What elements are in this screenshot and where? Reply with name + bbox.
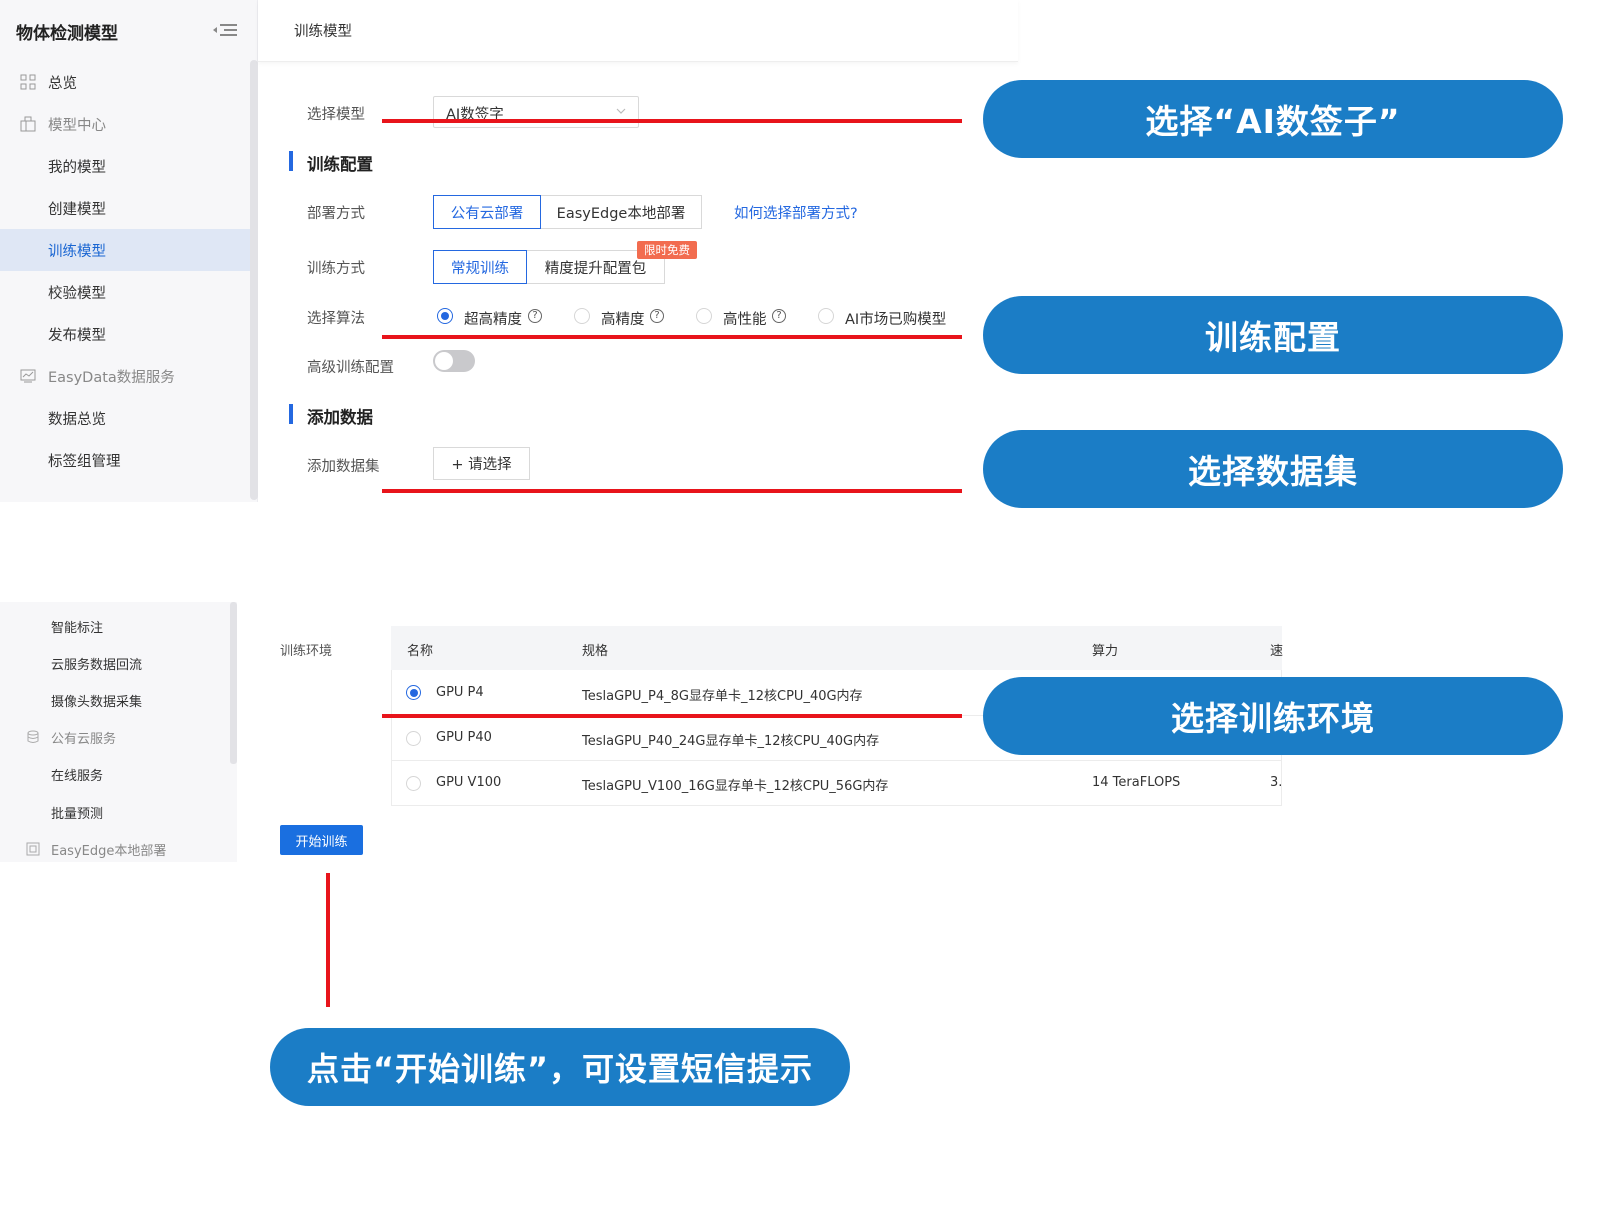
table-header bbox=[391, 626, 1282, 670]
column-header-name: 名称 bbox=[407, 644, 434, 659]
annotation-underline bbox=[382, 335, 962, 339]
algorithm-radio-high[interactable] bbox=[574, 308, 590, 324]
sidebar-group-model-center[interactable]: 模型中心 bbox=[0, 103, 250, 145]
sidebar-item-validate-model[interactable]: 校验模型 bbox=[0, 271, 250, 313]
deploy-help-link[interactable]: 如何选择部署方式? bbox=[734, 202, 858, 223]
sidebar-scrollbar[interactable] bbox=[230, 602, 237, 764]
table-cell-name: GPU V100 bbox=[436, 775, 502, 790]
algorithm-radio-ai-market[interactable] bbox=[818, 308, 834, 324]
algorithm-radio-performance[interactable] bbox=[696, 308, 712, 324]
section-title-add-data: 添加数据 bbox=[307, 408, 373, 427]
sidebar-title: 物体检测模型 bbox=[16, 24, 118, 44]
sidebar-item-camera-collect[interactable]: 摄像头数据采集 bbox=[51, 691, 142, 710]
sidebar-item-label: 创建模型 bbox=[48, 201, 106, 218]
model-center-icon bbox=[20, 116, 36, 132]
callout-select-env: 选择训练环境 bbox=[983, 677, 1563, 755]
monitor-chart-icon bbox=[20, 369, 36, 383]
start-training-button[interactable]: 开始训练 bbox=[280, 825, 363, 855]
help-icon[interactable]: ? bbox=[528, 309, 542, 323]
sidebar-item-label-groups[interactable]: 标签组管理 bbox=[0, 439, 250, 481]
train-env-label: 训练环境 bbox=[280, 644, 333, 659]
divider bbox=[391, 760, 1282, 761]
train-mode-regular[interactable]: 常规训练 bbox=[433, 250, 527, 284]
section-marker bbox=[289, 404, 293, 424]
deploy-option-easyedge[interactable]: EasyEdge本地部署 bbox=[540, 195, 702, 229]
add-dataset-button[interactable]: + 请选择 bbox=[433, 447, 530, 480]
table-cell-spec: TeslaGPU_P4_8G显存单卡_12核CPU_40G内存 bbox=[582, 689, 863, 704]
chevron-down-icon bbox=[616, 108, 626, 114]
sidebar-scrollbar[interactable] bbox=[250, 60, 258, 500]
table-cell-power: 14 TeraFLOPS bbox=[1092, 775, 1181, 790]
collapse-menu-icon[interactable] bbox=[212, 21, 238, 39]
train-mode-label: 训练方式 bbox=[307, 261, 365, 277]
sidebar-item-label: 总览 bbox=[48, 75, 77, 92]
callout-train-config: 训练配置 bbox=[983, 296, 1563, 374]
algorithm-label-high: 高精度 bbox=[601, 312, 645, 328]
sidebar-item-data-overview[interactable]: 数据总览 bbox=[0, 397, 250, 439]
sidebar-item-online-service[interactable]: 在线服务 bbox=[51, 765, 103, 784]
deploy-label: 部署方式 bbox=[307, 206, 365, 222]
column-header-speed: 速 bbox=[1270, 644, 1284, 659]
help-icon[interactable]: ? bbox=[772, 309, 786, 323]
sidebar-item-my-models[interactable]: 我的模型 bbox=[0, 145, 250, 187]
annotation-underline bbox=[382, 714, 962, 718]
deploy-option-public-cloud[interactable]: 公有云部署 bbox=[433, 195, 541, 229]
sidebar-item-label: EasyData数据服务 bbox=[48, 369, 175, 386]
sidebar-group-public-cloud[interactable]: 公有云服务 bbox=[51, 728, 116, 747]
table-cell-speed: 3. bbox=[1270, 775, 1283, 790]
toggle-knob bbox=[435, 352, 453, 370]
algorithm-label-ai-market: AI市场已购模型 bbox=[845, 312, 947, 328]
env-radio-gpu-p4[interactable] bbox=[406, 685, 421, 700]
database-icon bbox=[27, 730, 39, 743]
sidebar-item-overview[interactable]: 总览 bbox=[0, 61, 250, 103]
sidebar-item-label: 模型中心 bbox=[48, 117, 106, 134]
sidebar-item-label: 数据总览 bbox=[48, 411, 106, 428]
table-cell-name: GPU P4 bbox=[436, 685, 484, 700]
select-model-label: 选择模型 bbox=[307, 107, 365, 123]
sidebar-item-train-model[interactable]: 训练模型 bbox=[0, 229, 250, 271]
sidebar-item-publish-model[interactable]: 发布模型 bbox=[0, 313, 250, 355]
callout-select-dataset: 选择数据集 bbox=[983, 430, 1563, 508]
sidebar-item-label: 标签组管理 bbox=[48, 453, 121, 470]
sidebar-item-cloud-data-reflow[interactable]: 云服务数据回流 bbox=[51, 654, 142, 673]
sidebar-group-easyedge[interactable]: EasyEdge本地部署 bbox=[51, 840, 166, 859]
callout-start-training: 点击“开始训练”，可设置短信提示 bbox=[270, 1028, 850, 1106]
table-cell-name: GPU P40 bbox=[436, 730, 492, 745]
annotation-underline bbox=[382, 489, 962, 493]
sidebar-item-batch-predict[interactable]: 批量预测 bbox=[51, 803, 103, 822]
algorithm-label: 选择算法 bbox=[307, 311, 365, 327]
edge-device-icon bbox=[26, 842, 40, 856]
algorithm-label-ultra-high: 超高精度 bbox=[464, 312, 522, 328]
help-icon[interactable]: ? bbox=[650, 309, 664, 323]
column-header-spec: 规格 bbox=[582, 644, 609, 659]
page-title: 训练模型 bbox=[294, 24, 352, 40]
annotation-underline bbox=[382, 119, 962, 123]
sidebar-group-easydata[interactable]: EasyData数据服务 bbox=[0, 355, 250, 397]
sidebar-item-label: 我的模型 bbox=[48, 159, 106, 176]
grid-icon bbox=[20, 74, 36, 90]
env-radio-gpu-v100[interactable] bbox=[406, 776, 421, 791]
column-header-power: 算力 bbox=[1092, 644, 1119, 659]
table-cell-spec: TeslaGPU_P40_24G显存单卡_12核CPU_40G内存 bbox=[582, 734, 880, 749]
section-marker bbox=[289, 151, 293, 171]
add-dataset-label: 添加数据集 bbox=[307, 459, 380, 475]
table-cell-spec: TeslaGPU_V100_16G显存单卡_12核CPU_56G内存 bbox=[582, 779, 889, 794]
section-title-train-config: 训练配置 bbox=[307, 155, 373, 174]
algorithm-radio-ultra-high[interactable] bbox=[437, 308, 453, 324]
algorithm-label-performance: 高性能 bbox=[723, 312, 767, 328]
sidebar-item-create-model[interactable]: 创建模型 bbox=[0, 187, 250, 229]
top-header bbox=[258, 0, 1018, 62]
sidebar-item-smart-labeling[interactable]: 智能标注 bbox=[51, 617, 103, 636]
callout-select-model: 选择“AI数签子” bbox=[983, 80, 1563, 158]
free-badge: 限时免费 bbox=[637, 241, 697, 259]
advanced-config-label: 高级训练配置 bbox=[307, 360, 394, 376]
sidebar-item-label: 发布模型 bbox=[48, 327, 106, 344]
annotation-connector bbox=[326, 873, 330, 1007]
sidebar-item-label: 训练模型 bbox=[48, 243, 106, 260]
sidebar-item-label: 校验模型 bbox=[48, 285, 106, 302]
env-radio-gpu-p40[interactable] bbox=[406, 731, 421, 746]
